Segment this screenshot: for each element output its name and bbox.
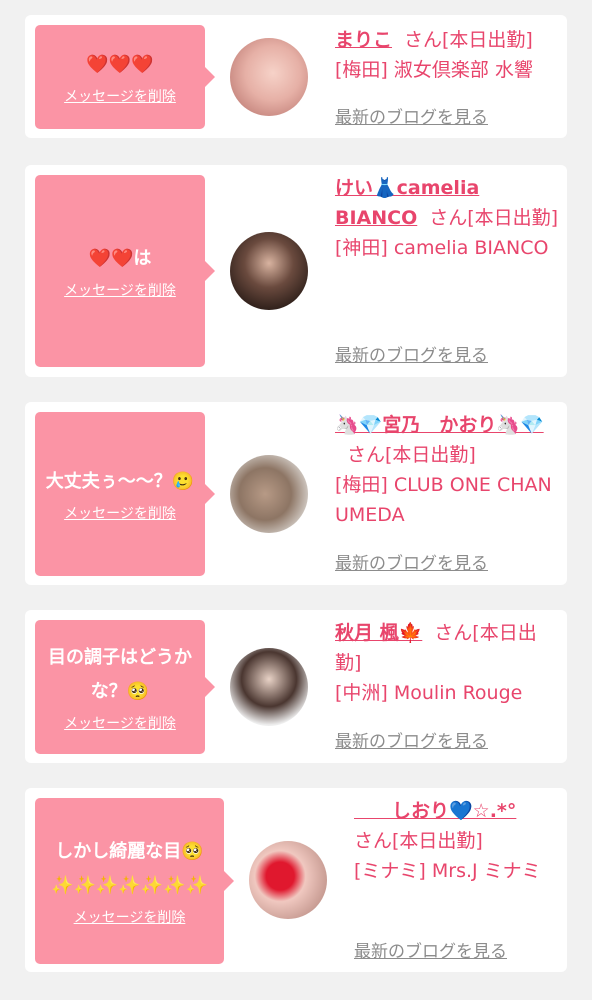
girl-name-link[interactable]: 秋月 楓🍁 [335, 622, 422, 644]
delete-message-link[interactable]: メッセージを削除 [64, 86, 176, 106]
message-card: 目の調子はどうかな？🥺 メッセージを削除 秋月 楓🍁 さん[本日出勤] [中洲] … [25, 610, 567, 763]
shop-text: [神田] camelia BIANCO [335, 237, 549, 259]
latest-blog-link[interactable]: 最新のブログを見る [335, 727, 488, 752]
status-text: さん[本日出勤] [354, 830, 483, 852]
avatar[interactable] [230, 38, 308, 116]
message-card: ❤️❤️❤️ メッセージを削除 まりこ さん[本日出勤] [梅田] 淑女倶楽部 水… [25, 15, 567, 138]
latest-blog-link[interactable]: 最新のブログを見る [335, 341, 488, 366]
girl-name-link[interactable]: しおり💙☆.*° [354, 800, 516, 822]
girl-info: 秋月 楓🍁 さん[本日出勤] [中洲] Moulin Rouge [335, 618, 560, 708]
latest-blog-link[interactable]: 最新のブログを見る [354, 937, 507, 962]
delete-message-link[interactable]: メッセージを削除 [64, 280, 176, 300]
delete-message-link[interactable]: メッセージを削除 [64, 503, 176, 523]
message-bubble: 目の調子はどうかな？🥺 メッセージを削除 [35, 620, 215, 754]
shop-text: [ミナミ] Mrs.J ミナミ [354, 860, 541, 882]
delete-message-link[interactable]: メッセージを削除 [64, 713, 176, 733]
message-text: しかし綺麗な目🥺 ✨✨✨✨✨✨✨ [51, 841, 208, 896]
message-bubble: ❤️❤️❤️ メッセージを削除 [35, 25, 215, 129]
message-text: ❤️❤️❤️ [86, 54, 154, 75]
avatar[interactable] [249, 841, 327, 919]
status-text: さん[本日出勤] [347, 444, 476, 466]
girl-info: 🦄💎宮乃 かおり🦄💎 さん[本日出勤] [梅田] CLUB ONE CHAN UM… [335, 410, 560, 530]
shop-text: [中洲] Moulin Rouge [335, 682, 523, 704]
status-text: さん[本日出勤] [429, 207, 559, 229]
girl-info: しおり💙☆.*° さん[本日出勤] [ミナミ] Mrs.J ミナミ [354, 796, 560, 886]
shop-text: [梅田] CLUB ONE CHAN UMEDA [335, 474, 552, 526]
latest-blog-link[interactable]: 最新のブログを見る [335, 103, 488, 128]
girl-info: けい👗camelia BIANCO さん[本日出勤] [神田] camelia B… [335, 173, 560, 263]
message-text: 大丈夫ぅ〜〜？🥲 [45, 471, 195, 492]
message-bubble: 大丈夫ぅ〜〜？🥲 メッセージを削除 [35, 412, 215, 576]
status-text: さん[本日出勤] [404, 29, 533, 51]
avatar[interactable] [230, 648, 308, 726]
girl-info: まりこ さん[本日出勤] [梅田] 淑女倶楽部 水響 [335, 25, 560, 85]
message-text: 目の調子はどうかな？🥺 [48, 647, 192, 702]
shop-text: [梅田] 淑女倶楽部 水響 [335, 59, 533, 81]
avatar[interactable] [230, 455, 308, 533]
message-text: ❤️❤️は [88, 248, 152, 269]
message-card: 大丈夫ぅ〜〜？🥲 メッセージを削除 🦄💎宮乃 かおり🦄💎 さん[本日出勤] [梅田… [25, 402, 567, 585]
message-card: ❤️❤️は メッセージを削除 けい👗camelia BIANCO さん[本日出勤]… [25, 165, 567, 377]
girl-name-link[interactable]: まりこ [335, 29, 392, 51]
delete-message-link[interactable]: メッセージを削除 [74, 907, 186, 927]
girl-name-link[interactable]: 🦄💎宮乃 かおり🦄💎 [335, 414, 544, 436]
avatar[interactable] [230, 232, 308, 310]
latest-blog-link[interactable]: 最新のブログを見る [335, 549, 488, 574]
message-card: しかし綺麗な目🥺 ✨✨✨✨✨✨✨ メッセージを削除 しおり💙☆.*° さん[本日… [25, 788, 567, 972]
message-bubble: しかし綺麗な目🥺 ✨✨✨✨✨✨✨ メッセージを削除 [35, 798, 234, 964]
message-bubble: ❤️❤️は メッセージを削除 [35, 175, 215, 367]
